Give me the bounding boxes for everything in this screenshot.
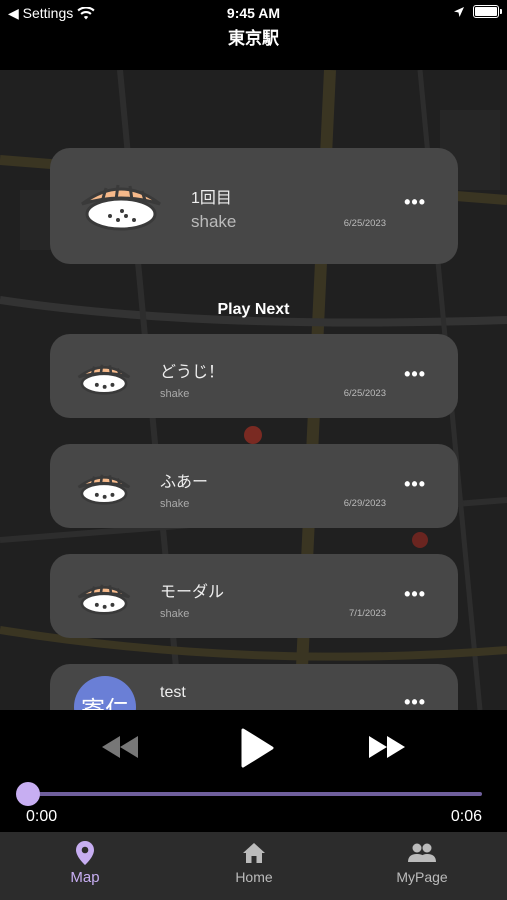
time-total: 0:06 bbox=[450, 808, 482, 825]
more-options-icon[interactable]: ••• bbox=[404, 584, 426, 605]
tab-label: MyPage bbox=[396, 869, 448, 885]
track-date: 7/1/2023 bbox=[349, 608, 386, 619]
sushi-icon bbox=[77, 474, 131, 505]
audio-player: 0:00 0:06 bbox=[0, 710, 507, 832]
sushi-icon bbox=[77, 364, 131, 395]
track-user: shake bbox=[160, 498, 190, 510]
track-user: shake bbox=[191, 212, 237, 231]
more-options-icon[interactable]: ••• bbox=[404, 692, 426, 710]
fast-forward-icon[interactable] bbox=[367, 734, 407, 760]
tab-home[interactable]: Home bbox=[194, 840, 314, 885]
track-date: 6/29/2023 bbox=[343, 498, 386, 509]
track-user: shake bbox=[160, 608, 190, 620]
track-title: ふあー bbox=[160, 474, 209, 491]
play-next-heading: Play Next bbox=[217, 301, 290, 318]
more-options-icon[interactable]: ••• bbox=[404, 364, 426, 385]
play-icon[interactable] bbox=[240, 728, 274, 768]
tab-map[interactable]: Map bbox=[25, 840, 145, 886]
track-user: shake bbox=[160, 388, 190, 400]
track-title: モーダル bbox=[160, 584, 225, 601]
tab-bar: Map Home MyPage bbox=[0, 832, 507, 900]
status-time: 9:45 AM bbox=[226, 5, 281, 21]
track-title: どうじ！ bbox=[160, 364, 225, 381]
home-icon bbox=[243, 843, 265, 863]
now-playing-card[interactable]: 1回目 shake 6/25/2023 ••• bbox=[50, 148, 458, 264]
page-title: 東京駅 bbox=[228, 29, 279, 48]
tab-label: Home bbox=[235, 869, 273, 885]
status-bar: ◀ Settings 9:45 AM bbox=[0, 0, 507, 26]
people-icon bbox=[408, 843, 436, 862]
tab-mypage[interactable]: MyPage bbox=[362, 840, 482, 885]
queue-item[interactable]: 寄仁 test ••• bbox=[50, 664, 458, 710]
queue-item[interactable]: ふあー shake 6/29/2023 ••• bbox=[50, 444, 458, 528]
nav-bar: 東京駅 bbox=[0, 26, 507, 70]
track-title: test bbox=[160, 684, 186, 701]
more-options-icon[interactable]: ••• bbox=[404, 192, 426, 213]
track-title: 1回目 bbox=[191, 190, 232, 207]
tab-label: Map bbox=[70, 869, 100, 886]
queue-item[interactable]: どうじ！ shake 6/25/2023 ••• bbox=[50, 334, 458, 418]
map-pin-icon bbox=[76, 841, 94, 865]
rewind-icon[interactable] bbox=[100, 734, 140, 760]
avatar: 寄仁 bbox=[74, 676, 136, 710]
time-elapsed: 0:00 bbox=[26, 808, 58, 825]
track-date: 6/25/2023 bbox=[343, 218, 386, 229]
more-options-icon[interactable]: ••• bbox=[404, 474, 426, 495]
battery-icon bbox=[473, 5, 502, 18]
progress-bar[interactable] bbox=[28, 792, 482, 796]
queue-item[interactable]: モーダル shake 7/1/2023 ••• bbox=[50, 554, 458, 638]
location-arrow-icon bbox=[454, 6, 464, 17]
sushi-icon bbox=[77, 584, 131, 615]
track-date: 6/25/2023 bbox=[343, 388, 386, 399]
progress-knob[interactable] bbox=[16, 782, 40, 806]
sushi-icon bbox=[81, 184, 161, 231]
